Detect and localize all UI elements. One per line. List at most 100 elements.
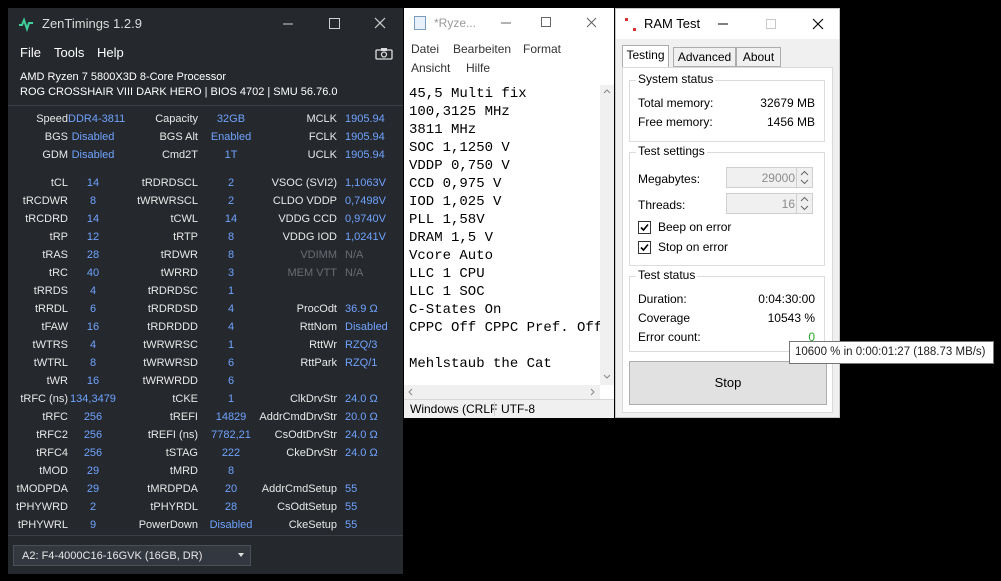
maximize-icon (329, 18, 340, 29)
timing-label: tRTP (173, 231, 198, 243)
timing-value: 256 (83, 447, 103, 459)
timing-label: PowerDown (138, 519, 198, 531)
text-line: 45,5 Multi fix (409, 86, 527, 102)
timing-value: DDR4-3811 (68, 113, 126, 125)
coverage-value: 10543 % (767, 311, 815, 325)
timing-label: tRDRDSC (147, 285, 198, 297)
timing-value: 1905.94 (345, 113, 385, 125)
free-memory-label: Free memory: (638, 115, 713, 129)
system-status-group: System status Total memory: 32679 MB Fre… (629, 72, 825, 142)
timing-value: 4 (89, 285, 97, 297)
threads-stepper[interactable]: 16 (726, 193, 813, 214)
timing-value: 32GB (216, 113, 246, 125)
timing-label: tRDRDDD (147, 321, 198, 333)
timing-label: tRFC (42, 411, 68, 423)
stop-on-error-checkbox[interactable] (638, 241, 651, 254)
timing-label: tSTAG (165, 447, 198, 459)
timing-value: 1905.94 (345, 131, 385, 143)
notepad-window: *Ryze... Datei Bearbeiten Format Ansicht… (404, 8, 614, 418)
notepad-titlebar[interactable]: *Ryze... (404, 8, 614, 38)
beep-on-error-checkbox[interactable] (638, 221, 651, 234)
menu-bearbeiten[interactable]: Bearbeiten (453, 42, 511, 56)
coverage-label: Coverage (638, 311, 691, 325)
timing-value: 12 (86, 231, 100, 243)
timing-label: tWRWRSD (143, 357, 198, 369)
menu-help[interactable]: Help (97, 45, 124, 60)
timing-label: tRDRDSCL (141, 177, 198, 189)
text-line: DRAM 1,5 V (409, 230, 494, 246)
timing-label: tFAW (41, 321, 68, 333)
timing-value: Disabled (345, 321, 388, 333)
timing-value: RZQ/1 (345, 357, 378, 369)
close-icon[interactable] (586, 17, 597, 28)
timing-label: tCWL (170, 213, 199, 225)
timing-label: tRAS (42, 249, 68, 261)
timing-value: 36.9 Ω (345, 303, 378, 315)
maximize-button[interactable] (311, 8, 357, 40)
text-editor[interactable]: 45,5 Multi fix 100,3125 MHz 3811 MHz SOC 1,… (404, 85, 602, 385)
status-line-ending: Windows (CRLF (410, 402, 498, 416)
divider (8, 105, 403, 106)
tab-advanced[interactable]: Advanced (673, 47, 736, 67)
timing-label: tWRWRSCL (137, 195, 198, 207)
timing-value: 6 (227, 357, 235, 369)
timing-label: VSOC (SVI2) (271, 177, 337, 189)
timing-value: 29 (86, 483, 100, 495)
timing-label: tRRDL (34, 303, 68, 315)
menu-file[interactable]: File (20, 45, 41, 60)
timing-label: BGS (44, 131, 68, 143)
ramtest-titlebar[interactable]: RAM Test (616, 9, 839, 39)
close-button[interactable] (357, 8, 403, 40)
maximize-icon[interactable] (541, 17, 551, 27)
timing-value: 1 (227, 339, 235, 351)
timing-value: 20.0 Ω (345, 411, 378, 423)
menu-tools[interactable]: Tools (54, 45, 84, 60)
screenshot-camera-icon[interactable] (375, 47, 393, 60)
horizontal-scrollbar[interactable] (404, 385, 600, 399)
close-icon[interactable] (812, 18, 824, 30)
timing-label: Cmd2T (161, 149, 198, 161)
timing-value: 16 (86, 375, 100, 387)
dimm-select-value: A2: F4-4000C16-16GVK (16GB, DR) (22, 550, 203, 562)
timing-label: tRDWR (160, 249, 198, 261)
timing-value: 4 (227, 321, 235, 333)
dimm-select[interactable]: A2: F4-4000C16-16GVK (16GB, DR) (13, 545, 251, 566)
timing-value: 28 (224, 501, 238, 513)
spinner-arrows-icon[interactable] (796, 194, 812, 213)
status-encoding: UTF-8 (494, 402, 535, 416)
menu-datei[interactable]: Datei (411, 42, 439, 56)
tab-testing[interactable]: Testing (622, 45, 669, 68)
timing-label: tWTRL (33, 357, 68, 369)
threads-value: 16 (781, 197, 795, 211)
zentimings-titlebar[interactable]: ZenTimings 1.2.9 (8, 8, 403, 40)
timing-label: tWR (46, 375, 68, 387)
minimize-button[interactable] (265, 8, 311, 40)
timing-value: 14829 (215, 411, 247, 423)
timing-label: tWRWRSC (143, 339, 198, 351)
vertical-scrollbar[interactable] (600, 85, 614, 385)
timing-value: 2 (227, 195, 235, 207)
text-line: LLC 1 CPU (409, 266, 485, 282)
minimize-icon (283, 23, 293, 25)
menu-hilfe[interactable]: Hilfe (466, 61, 490, 75)
timing-value: 4 (89, 339, 97, 351)
timing-label: tRFC4 (36, 447, 68, 459)
timing-value: 14 (224, 213, 238, 225)
timing-value: 20 (224, 483, 238, 495)
timing-value: 0,9740V (345, 213, 386, 225)
notepad-icon (414, 16, 426, 30)
stop-button[interactable]: Stop (629, 361, 827, 405)
text-line: 100,3125 MHz (409, 104, 510, 120)
timing-label: MCLK (306, 113, 337, 125)
timing-value: 55 (345, 483, 358, 495)
duration-label: Duration: (638, 292, 687, 306)
menu-ansicht[interactable]: Ansicht (411, 61, 450, 75)
spinner-arrows-icon[interactable] (796, 168, 812, 187)
menu-format[interactable]: Format (523, 42, 561, 56)
timing-label: BGS Alt (159, 131, 198, 143)
timing-label: CLDO VDDP (272, 195, 337, 207)
tab-about[interactable]: About (736, 47, 781, 67)
timing-value: 8 (227, 465, 235, 477)
timing-value: 1,1063V (345, 177, 386, 189)
megabytes-stepper[interactable]: 29000 (726, 167, 813, 188)
